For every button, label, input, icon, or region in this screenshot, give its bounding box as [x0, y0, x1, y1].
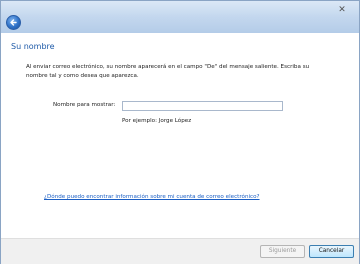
description-text: Al enviar correo electrónico, su nombre … [26, 64, 310, 79]
next-button[interactable]: Siguiente [260, 245, 305, 258]
title-bar: ✕ [1, 1, 359, 33]
page-title: Su nombre [11, 42, 55, 51]
display-name-label: Nombre para mostrar: [53, 102, 116, 108]
back-button[interactable] [6, 15, 21, 30]
close-button[interactable]: ✕ [332, 5, 352, 16]
button-bar: Siguiente Cancelar [1, 238, 359, 264]
wizard-content: Su nombre Al enviar correo electrónico, … [1, 33, 359, 238]
display-name-input[interactable] [122, 101, 283, 111]
back-arrow-icon [10, 19, 17, 26]
help-link[interactable]: ¿Dónde puedo encontrar información sobre… [44, 194, 260, 200]
wizard-window: ✕ Su nombre Al enviar correo electrónico… [0, 0, 360, 264]
cancel-button[interactable]: Cancelar [309, 245, 354, 258]
example-hint: Por ejemplo: Jorge López [122, 118, 192, 124]
